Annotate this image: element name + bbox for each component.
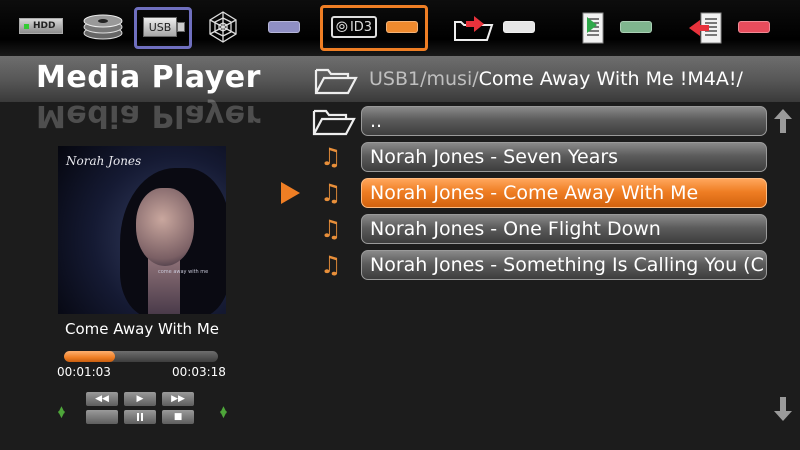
breadcrumb: USB1/musi/Come Away With Me !M4A!/	[369, 68, 743, 90]
breadcrumb-parent: USB1/musi/	[369, 68, 479, 90]
play-button[interactable]: ▶	[124, 392, 156, 406]
music-note-icon: ♫	[320, 179, 342, 207]
id3-button[interactable]: ⦾ ID3	[330, 13, 378, 41]
pause-button[interactable]	[124, 410, 156, 424]
scroll-up-icon[interactable]	[773, 108, 793, 134]
list-item-label: Norah Jones - Seven Years	[370, 146, 619, 168]
list-item-label: ..	[370, 110, 383, 132]
album-cover: Norah Jones come away with me	[58, 146, 226, 314]
list-item-label: Norah Jones - Come Away With Me	[370, 182, 699, 204]
hdd-icon: HDD	[19, 18, 63, 34]
folder-open-icon	[314, 68, 358, 95]
usb-icon: USB	[143, 17, 185, 37]
disc-stack-icon	[83, 14, 123, 40]
id3-color-pill[interactable]	[386, 21, 418, 33]
usb-button[interactable]: USB	[140, 15, 188, 39]
network-color-pill[interactable]	[268, 21, 300, 33]
list-item-label: Norah Jones - One Flight Down	[370, 218, 661, 240]
progress-fill	[64, 351, 115, 362]
move-button[interactable]	[450, 12, 498, 44]
fast-forward-button[interactable]: ▶▶	[162, 392, 194, 406]
total-time: 00:03:18	[172, 365, 226, 379]
music-note-icon: ♫	[320, 143, 342, 171]
breadcrumb-current: Come Away With Me !M4A!/	[478, 68, 743, 90]
list-item[interactable]: Norah Jones - Something Is Calling You (…	[361, 250, 767, 280]
cover-artist-text: Norah Jones	[66, 154, 142, 168]
delete-button[interactable]	[686, 10, 726, 46]
elapsed-time: 00:01:03	[57, 365, 111, 379]
scroll-down-icon[interactable]	[773, 396, 793, 422]
rewind-icon: ◀◀	[95, 394, 109, 404]
music-note-icon: ♫	[320, 215, 342, 243]
page-title: Media Player	[36, 60, 261, 95]
now-playing-title: Come Away With Me	[64, 320, 219, 338]
volume-down-icon[interactable]: ▲ ▼	[58, 406, 65, 420]
cover-neck-shape	[148, 258, 180, 314]
hdd-label: HDD	[33, 21, 56, 31]
list-item-selected[interactable]: Norah Jones - Come Away With Me	[361, 178, 767, 208]
cover-album-text: come away with me	[158, 269, 209, 275]
list-item[interactable]: Norah Jones - Seven Years	[361, 142, 767, 172]
play-icon: ▶	[136, 394, 144, 404]
rewind-button[interactable]: ◀◀	[86, 392, 118, 406]
list-item-parent[interactable]: ..	[361, 106, 767, 136]
top-toolbar: HDD USB ⦾ ID3	[0, 0, 800, 56]
id3-icon: ⦾ ID3	[330, 16, 378, 38]
list-item[interactable]: Norah Jones - One Flight Down	[361, 214, 767, 244]
progress-bar[interactable]	[64, 351, 218, 362]
volume-up-icon[interactable]: ▲ ▼	[220, 406, 227, 420]
copy-color-pill[interactable]	[620, 21, 652, 33]
prev-button[interactable]	[86, 410, 118, 424]
copy-button[interactable]	[578, 10, 610, 46]
parent-folder-icon	[312, 109, 356, 136]
pause-icon	[137, 413, 143, 421]
usb-label: USB	[148, 20, 172, 34]
music-note-icon: ♫	[320, 251, 342, 279]
page-title-reflection: Media Player	[36, 98, 261, 133]
move-folder-icon	[454, 16, 494, 41]
play-cursor-icon	[281, 182, 300, 204]
delete-color-pill[interactable]	[738, 21, 770, 33]
network-icon	[209, 11, 237, 43]
delete-file-icon	[689, 12, 722, 44]
move-color-pill[interactable]	[503, 21, 535, 33]
hdd-led	[24, 23, 29, 29]
cover-face-shape	[136, 188, 194, 266]
disc-button[interactable]	[80, 10, 126, 42]
id3-label: ID3	[349, 19, 373, 35]
copy-file-icon	[582, 12, 604, 44]
network-button[interactable]	[203, 9, 243, 45]
stop-icon: ■	[173, 412, 183, 422]
stop-button[interactable]: ■	[162, 410, 194, 424]
fast-forward-icon: ▶▶	[171, 394, 185, 404]
list-item-label: Norah Jones - Something Is Calling You (…	[370, 254, 764, 276]
hdd-button[interactable]: HDD	[18, 15, 64, 37]
